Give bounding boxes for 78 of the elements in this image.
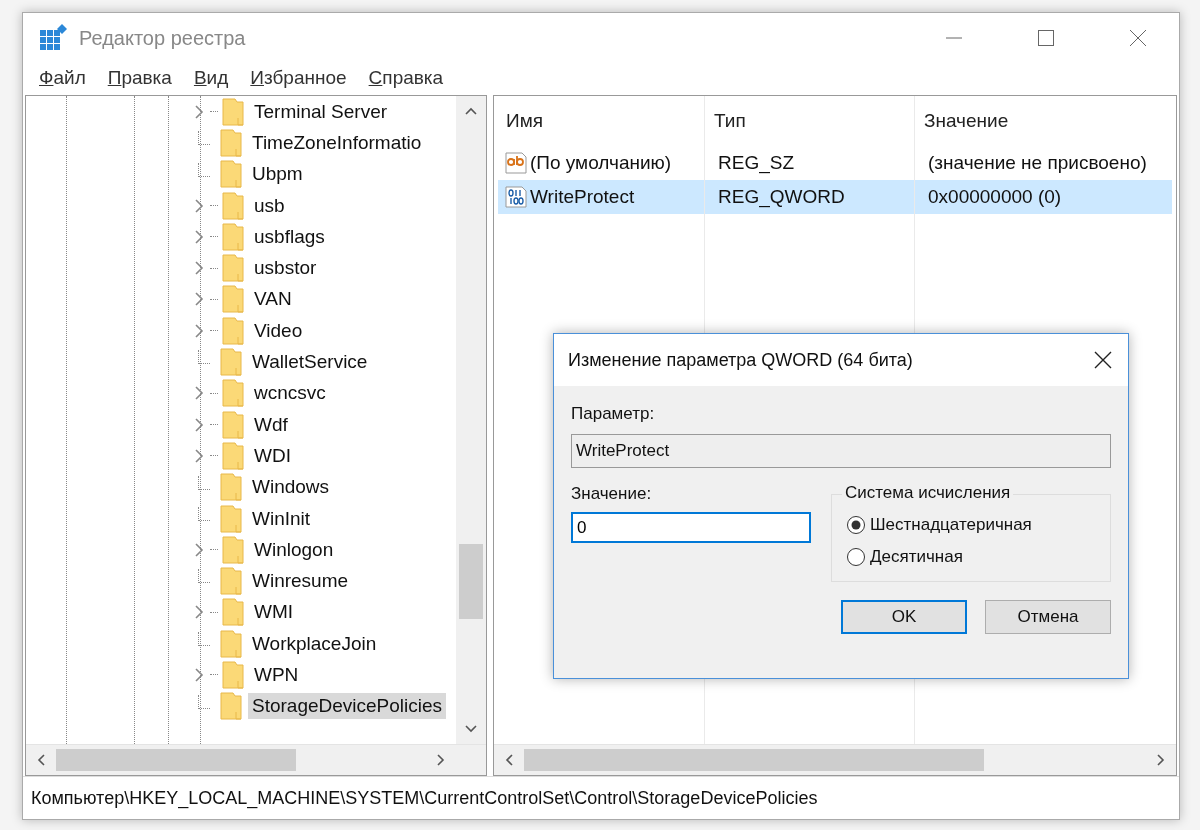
menu-item[interactable]: Вид bbox=[193, 67, 229, 89]
value-data: (значение не присвоено) bbox=[927, 152, 1148, 174]
tree-item[interactable]: Ubpm bbox=[248, 161, 307, 188]
tree-item[interactable]: WorkplaceJoin bbox=[248, 630, 381, 657]
folder-icon bbox=[222, 254, 244, 283]
folder-icon bbox=[220, 473, 242, 502]
tree-item[interactable]: WMI bbox=[250, 599, 298, 626]
tree-item[interactable]: Winlogon bbox=[250, 536, 338, 563]
folder-icon bbox=[220, 629, 242, 658]
menu-item[interactable]: Справка bbox=[368, 67, 444, 89]
horizontal-scrollbar[interactable] bbox=[494, 744, 1176, 775]
tree-item[interactable]: usb bbox=[250, 192, 289, 219]
value-name: (По умолчанию) bbox=[530, 152, 672, 174]
tree-item[interactable]: Video bbox=[250, 317, 307, 344]
tree-item[interactable]: WinInit bbox=[248, 505, 315, 532]
tree-item[interactable]: WalletService bbox=[248, 349, 372, 375]
menu-item[interactable]: Избранное bbox=[250, 67, 347, 89]
folder-icon bbox=[222, 379, 244, 408]
dialog-button[interactable]: Отмена bbox=[985, 600, 1111, 634]
value-type: REG_SZ bbox=[717, 152, 796, 174]
folder-icon bbox=[220, 128, 242, 157]
folder-icon bbox=[220, 567, 242, 596]
string-value-icon bbox=[504, 151, 528, 175]
folder-icon bbox=[220, 160, 242, 189]
status-path: Компьютер\HKEY_LOCAL_MACHINE\SYSTEM\CurrentControlSet\Control\StorageDevicePolicies bbox=[31, 787, 818, 809]
column-header[interactable]: Тип bbox=[704, 110, 914, 132]
folder-icon bbox=[222, 191, 244, 220]
folder-icon bbox=[222, 410, 244, 439]
tree-item[interactable]: VAN bbox=[250, 286, 296, 313]
folder-icon bbox=[220, 692, 242, 721]
registry-editor-icon bbox=[39, 23, 69, 53]
folder-icon bbox=[222, 316, 244, 345]
value-input[interactable]: 0 bbox=[571, 512, 811, 543]
column-header[interactable]: Значение bbox=[914, 110, 1176, 132]
tree-item[interactable]: wcncsvc bbox=[250, 380, 330, 407]
menu-item[interactable]: Файл bbox=[39, 67, 86, 89]
folder-icon bbox=[222, 535, 244, 564]
value-row[interactable]: (По умолчанию) REG_SZ (значение не присвоено) bbox=[498, 146, 1172, 180]
tree-item[interactable]: TimeZoneInformatio bbox=[248, 129, 426, 156]
tree-item[interactable]: usbstor bbox=[250, 255, 321, 282]
tree-item[interactable]: Windows bbox=[248, 474, 334, 501]
folder-icon bbox=[220, 348, 242, 376]
value-name: WriteProtect bbox=[530, 186, 635, 208]
value-type: REG_QWORD bbox=[717, 186, 846, 208]
scrollbar-thumb[interactable] bbox=[524, 749, 984, 771]
radio-icon[interactable] bbox=[846, 547, 866, 567]
radio-option[interactable]: Десятичная bbox=[844, 545, 1098, 569]
field-label: Параметр: bbox=[571, 404, 656, 424]
dialog-title: Изменение параметра QWORD (64 бита) bbox=[568, 349, 914, 371]
tree-item[interactable]: Terminal Server bbox=[250, 98, 392, 125]
binary-value-icon bbox=[504, 185, 528, 209]
radio-icon[interactable] bbox=[846, 515, 866, 535]
window-title: Редактор реестра bbox=[79, 26, 247, 50]
tree-item[interactable]: Winresume bbox=[248, 568, 353, 595]
vertical-scrollbar[interactable] bbox=[456, 96, 486, 744]
folder-icon bbox=[222, 97, 244, 126]
column-header[interactable]: Имя bbox=[494, 110, 704, 132]
tree-item[interactable]: WPN bbox=[250, 662, 303, 688]
tree-item[interactable]: WDI bbox=[250, 442, 295, 469]
radio-option[interactable]: Шестнадцатеричная bbox=[844, 513, 1098, 537]
field-label: Значение: bbox=[571, 484, 653, 504]
folder-icon bbox=[222, 222, 244, 251]
folder-icon bbox=[222, 598, 244, 627]
horizontal-scrollbar[interactable] bbox=[26, 744, 486, 775]
dialog-button[interactable]: OK bbox=[841, 600, 967, 634]
tree-item[interactable]: StorageDevicePolicies bbox=[248, 693, 447, 720]
parameter-field: WriteProtect bbox=[571, 434, 1111, 468]
menu-item[interactable]: Правка bbox=[107, 67, 172, 89]
folder-icon bbox=[222, 285, 244, 314]
value-data: 0x00000000 (0) bbox=[927, 186, 1063, 208]
folder-icon bbox=[222, 661, 244, 689]
scrollbar-thumb[interactable] bbox=[459, 544, 483, 619]
value-row[interactable]: WriteProtect REG_QWORD 0x00000000 (0) bbox=[498, 180, 1172, 214]
folder-icon bbox=[220, 504, 242, 533]
folder-icon bbox=[222, 441, 244, 470]
tree-item[interactable]: Wdf bbox=[250, 411, 292, 438]
scrollbar-thumb[interactable] bbox=[56, 749, 296, 771]
tree-item[interactable]: usbflags bbox=[250, 223, 329, 250]
